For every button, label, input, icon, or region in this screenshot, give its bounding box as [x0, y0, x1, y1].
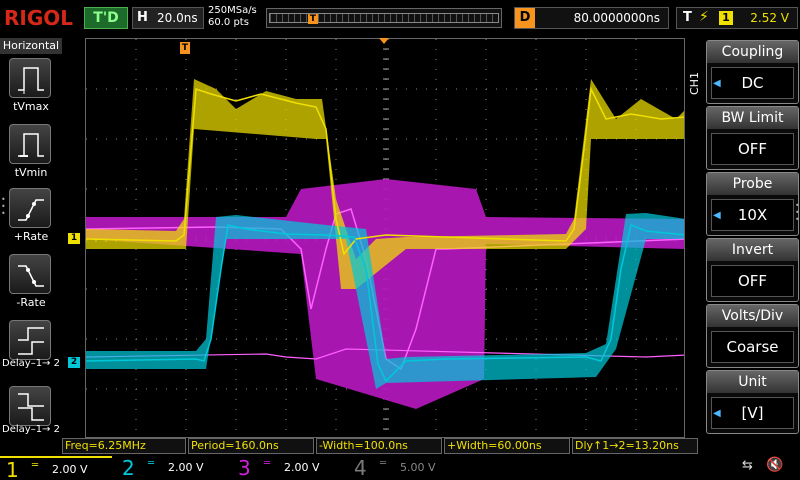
ch4-status[interactable]: 4 ═ 5.00 V	[348, 456, 460, 480]
panel-title: Horizontal	[0, 38, 62, 54]
delay-value: 80.0000000ns	[573, 11, 660, 25]
tvmax-button[interactable]	[9, 58, 51, 98]
selector-arrow-icon: ◀	[713, 78, 721, 89]
selector-arrow-icon: ◀	[713, 210, 721, 221]
tvmin-icon	[18, 133, 44, 157]
unit-softkey[interactable]: Unit [V] ◀	[706, 370, 799, 434]
tvmin-label: tVmin	[14, 166, 48, 179]
sample-rate: 250MSa/s	[208, 5, 257, 16]
coupling-title: Coupling	[707, 41, 798, 63]
horizontal-measure-panel: Horizontal tVmax tVmin ••• +Rate -Rate	[0, 36, 62, 450]
center-marker-icon	[379, 38, 389, 44]
unit-value: [V]	[711, 397, 794, 429]
channel-status-bar: 1 ═ 2.00 V 2 ═ 2.00 V 3 ═ 2.00 V 4 ═ 5.0…	[0, 454, 800, 480]
delay-rise-icon	[18, 327, 44, 355]
timebase-label: H	[137, 10, 148, 25]
memory-trigger-marker: T	[308, 14, 318, 24]
usb-icon: ⇆	[742, 458, 753, 473]
scroll-dots: • • •	[1, 195, 6, 218]
ch3-scale: 2.00 V	[284, 461, 320, 474]
bw-limit-softkey[interactable]: BW Limit OFF	[706, 106, 799, 170]
delay-display[interactable]: D 80.0000000ns	[514, 7, 669, 29]
probe-softkey[interactable]: Probe 10X ◀	[706, 172, 799, 236]
trigger-level: 2.52 V	[750, 11, 789, 25]
trigger-label: T	[683, 10, 692, 25]
dc-coupling-icon: ═	[148, 458, 155, 469]
volts-div-softkey[interactable]: Volts/Div Coarse	[706, 304, 799, 368]
tvmax-label: tVmax	[13, 100, 49, 113]
bw-limit-title: BW Limit	[707, 107, 798, 129]
trigger-status-indicator: T'D	[84, 7, 128, 29]
ch2-ground-marker[interactable]: 2	[68, 357, 80, 368]
speaker-mute-icon[interactable]: 🔇	[766, 457, 783, 473]
ch3-status[interactable]: 3 ═ 2.00 V	[232, 456, 344, 480]
invert-title: Invert	[707, 239, 798, 261]
dc-coupling-icon: ═	[264, 458, 271, 469]
invert-value: OFF	[711, 265, 794, 297]
ch1-ground-marker[interactable]: 1	[68, 233, 80, 244]
volts-div-value: Coarse	[711, 331, 794, 363]
plus-rate-label: +Rate	[13, 230, 49, 243]
dc-coupling-icon: ═	[32, 460, 39, 471]
delay-fall-button[interactable]	[9, 386, 51, 426]
memory-depth-bar: T	[266, 8, 502, 28]
ch2-status[interactable]: 2 ═ 2.00 V	[116, 456, 228, 480]
sample-points: 60.0 pts	[208, 17, 249, 28]
sample-info: 250MSa/s 60.0 pts	[208, 5, 264, 31]
fall-rate-icon	[18, 265, 44, 287]
delay-label: D	[515, 8, 535, 28]
minus-rate-button[interactable]	[9, 254, 51, 294]
invert-softkey[interactable]: Invert OFF	[706, 238, 799, 302]
measurement-bar: Freq=6.25MHz Period=160.0ns -Width=100.0…	[62, 438, 700, 454]
measurement-delay[interactable]: Dly↑1→2=13.20ns	[572, 438, 698, 454]
measurement-freq[interactable]: Freq=6.25MHz	[62, 438, 186, 454]
delay-rise-button[interactable]	[9, 320, 51, 360]
delay-fall-icon	[18, 393, 44, 421]
menu-channel-tag: CH1	[688, 72, 701, 96]
ch4-scale: 5.00 V	[400, 461, 436, 474]
measurement-period[interactable]: Period=160.0ns	[188, 438, 314, 454]
trigger-settings-display[interactable]: T ⚡ 1 2.52 V	[676, 7, 798, 29]
channel-menu-panel: CH1 Coupling DC ◀ BW Limit OFF Probe 10X…	[688, 36, 800, 450]
coupling-softkey[interactable]: Coupling DC ◀	[706, 40, 799, 104]
coupling-value: DC	[711, 67, 794, 99]
ch2-scale: 2.00 V	[168, 461, 204, 474]
ch1-status[interactable]: 1 ═ 2.00 V	[0, 456, 112, 480]
top-status-bar: RIGOL T'D H 20.0ns 250MSa/s 60.0 pts T D…	[0, 0, 800, 36]
ch3-number: 3	[238, 456, 251, 480]
unit-title: Unit	[707, 371, 798, 393]
tvmax-icon	[18, 67, 44, 94]
trigger-position-marker[interactable]: T	[180, 42, 190, 54]
measurement-neg-width[interactable]: -Width=100.0ns	[316, 438, 442, 454]
rising-edge-icon: ⚡	[699, 9, 709, 25]
tvmin-button[interactable]	[9, 124, 51, 164]
memory-ruler: T	[269, 13, 499, 24]
waveform-display[interactable]	[85, 38, 685, 438]
delay-fall-label: Delay–1→ 2	[2, 424, 60, 435]
ch2-number: 2	[122, 456, 135, 480]
timebase-display[interactable]: H 20.0ns	[132, 7, 204, 29]
timebase-value: 20.0ns	[157, 11, 198, 25]
bw-limit-value: OFF	[711, 133, 794, 165]
trigger-source: 1	[719, 11, 733, 25]
scroll-dots: • • •	[795, 201, 800, 224]
waveform-canvas	[86, 39, 684, 430]
selector-arrow-icon: ◀	[713, 408, 721, 419]
delay-rise-label: Delay–1→ 2	[2, 358, 60, 369]
probe-title: Probe	[707, 173, 798, 195]
dc-coupling-icon: ═	[380, 458, 387, 469]
brand-logo: RIGOL	[4, 6, 74, 30]
rise-rate-icon	[18, 199, 44, 221]
ch4-number: 4	[354, 456, 367, 480]
plus-rate-button[interactable]	[9, 188, 51, 228]
ch1-scale: 2.00 V	[52, 463, 88, 476]
measurement-pos-width[interactable]: +Width=60.00ns	[444, 438, 570, 454]
volts-div-title: Volts/Div	[707, 305, 798, 327]
ch1-number: 1	[6, 458, 19, 480]
minus-rate-label: -Rate	[16, 296, 46, 309]
probe-value: 10X	[711, 199, 794, 231]
